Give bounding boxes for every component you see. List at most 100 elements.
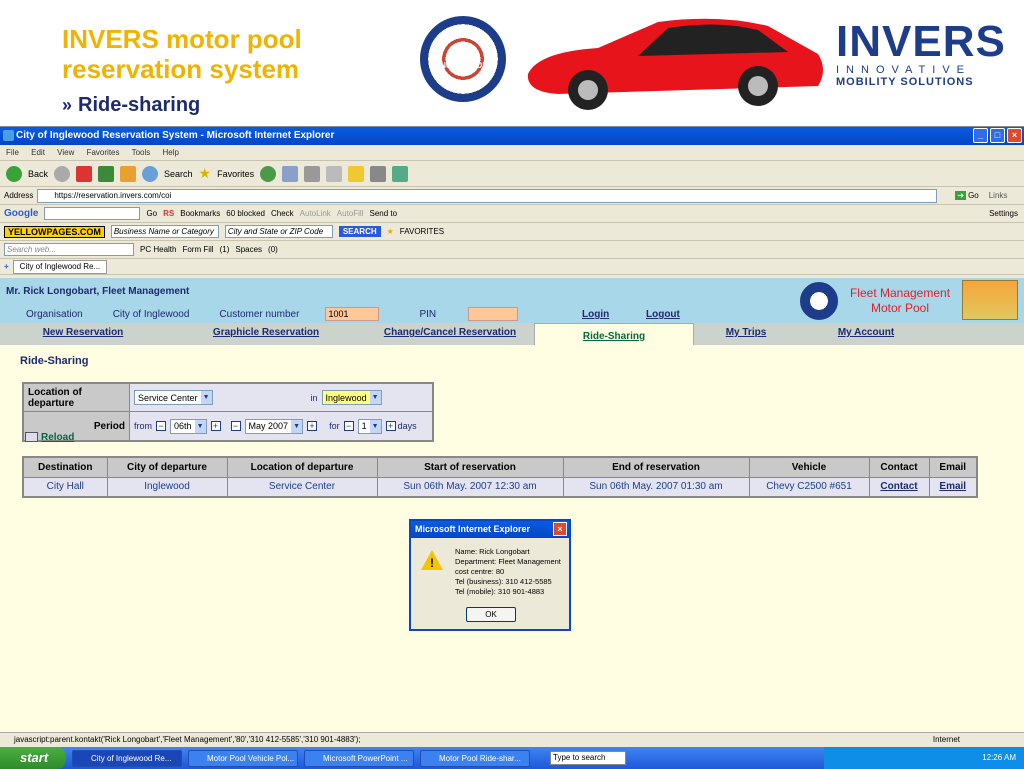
history-icon[interactable] xyxy=(260,165,277,182)
links-button[interactable]: Links xyxy=(989,191,1008,200)
reload-icon[interactable] xyxy=(25,432,38,442)
reload-link[interactable]: Reload xyxy=(41,432,74,443)
address-label: Address xyxy=(4,191,34,200)
yellowpages-search-button[interactable]: SEARCH xyxy=(338,226,381,237)
google-go-button[interactable]: Go xyxy=(146,209,157,218)
mail-icon[interactable] xyxy=(282,165,299,182)
start-button[interactable]: start xyxy=(0,747,66,769)
bookmarks-button[interactable]: Bookmarks xyxy=(180,209,220,218)
menu-bar: File Edit View Favorites Tools Help xyxy=(0,145,1024,161)
menu-view[interactable]: View xyxy=(57,148,74,157)
city-select[interactable]: Inglewood ▼ xyxy=(321,390,382,405)
ok-button[interactable]: OK xyxy=(466,607,516,622)
table-header-row: Destination City of departure Location o… xyxy=(22,456,978,478)
pc-health-button[interactable]: PC Health xyxy=(140,245,176,254)
forward-arrow-icon[interactable] xyxy=(54,165,71,182)
autofill-button[interactable]: AutoFill xyxy=(337,209,364,218)
task-inglewood[interactable]: City of Inglewood Re... xyxy=(72,749,182,767)
spaces-button[interactable]: Spaces xyxy=(235,245,262,254)
location-value: Service Center xyxy=(138,392,198,403)
google-settings-button[interactable]: Settings xyxy=(989,209,1018,218)
tab-new-reservation[interactable]: New Reservation xyxy=(0,323,166,345)
contact-dialog: Microsoft Internet Explorer × ! Name: Ri… xyxy=(409,519,571,631)
days-minus-icon[interactable]: − xyxy=(343,421,354,431)
tab-inglewood[interactable]: City of Inglewood Re... xyxy=(12,259,108,274)
back-button[interactable]: Back xyxy=(28,169,48,179)
menu-help[interactable]: Help xyxy=(163,148,179,157)
research-icon[interactable] xyxy=(370,165,387,182)
logout-link[interactable]: Logout xyxy=(646,309,680,320)
system-tray: 12:26 AM xyxy=(824,747,1024,769)
login-link[interactable]: Login xyxy=(582,309,609,320)
address-input[interactable]: https://reservation.invers.com/coi xyxy=(37,188,938,203)
task-vehicle-pol[interactable]: Motor Pool Vehicle Pol... xyxy=(188,749,298,767)
task-powerpoint[interactable]: Microsoft PowerPoint ... xyxy=(304,749,414,767)
favorites-button[interactable]: Favorites xyxy=(217,169,254,179)
search-button[interactable]: Search xyxy=(164,169,193,179)
red-car-image xyxy=(527,18,823,110)
folder-icon[interactable] xyxy=(348,165,365,182)
cell-city: Inglewood xyxy=(106,476,228,498)
menu-edit[interactable]: Edit xyxy=(31,148,45,157)
cell-vehicle: Chevy C2500 #651 xyxy=(748,476,870,498)
messenger-icon[interactable] xyxy=(392,165,409,182)
go-arrow-icon[interactable]: ➔ xyxy=(955,191,967,200)
location-select[interactable]: Service Center ▼ xyxy=(134,390,213,405)
home-icon[interactable] xyxy=(120,165,137,182)
chevron-down-icon: ▼ xyxy=(291,419,303,433)
day-select[interactable]: 06th ▼ xyxy=(170,418,207,434)
day-value: 06th xyxy=(174,421,192,431)
form-fill-button[interactable]: Form Fill xyxy=(182,245,213,254)
days-select[interactable]: 1 ▼ xyxy=(357,418,382,434)
dialog-close-icon[interactable]: × xyxy=(553,522,567,536)
dialog-titlebar[interactable]: Microsoft Internet Explorer × xyxy=(411,521,569,538)
business-input[interactable]: Business Name or Category xyxy=(110,225,219,238)
pin-input[interactable] xyxy=(468,307,519,321)
tab-graphicle-reservation[interactable]: Graphicle Reservation xyxy=(166,323,366,345)
tab-ride-sharing[interactable]: Ride-Sharing xyxy=(534,323,694,345)
month-minus-icon[interactable]: − xyxy=(230,421,241,431)
spellcheck-button[interactable]: Check xyxy=(271,209,294,218)
refresh-icon[interactable] xyxy=(98,165,115,182)
customer-number-input[interactable]: 1001 xyxy=(325,307,380,321)
tab-my-account[interactable]: My Account xyxy=(798,323,934,345)
month-plus-icon[interactable]: + xyxy=(307,421,318,431)
sendto-button[interactable]: Send to xyxy=(369,209,397,218)
day-plus-icon[interactable]: + xyxy=(210,421,221,431)
close-icon[interactable]: × xyxy=(1007,128,1022,143)
days-plus-icon[interactable]: + xyxy=(385,421,396,431)
autolink-button[interactable]: AutoLink xyxy=(300,209,331,218)
menu-tools[interactable]: Tools xyxy=(132,148,151,157)
tab-change-cancel[interactable]: Change/Cancel Reservation xyxy=(366,323,534,345)
in-label: in xyxy=(310,392,318,403)
popup-blocked-button[interactable]: 60 blocked xyxy=(226,209,265,218)
print-icon[interactable] xyxy=(304,165,321,182)
window-titlebar[interactable]: City of Inglewood Reservation System - M… xyxy=(0,127,1024,145)
google-search-input[interactable] xyxy=(44,207,141,220)
stop-icon[interactable] xyxy=(76,165,93,182)
go-button[interactable]: Go xyxy=(968,191,979,200)
month-select[interactable]: May 2007 ▼ xyxy=(244,418,304,434)
menu-file[interactable]: File xyxy=(6,148,19,157)
edit-icon[interactable] xyxy=(326,165,343,182)
dialog-line-tel-mobile: Tel (mobile): 310 901-4883 xyxy=(455,587,545,596)
minimize-icon[interactable]: _ xyxy=(973,128,988,143)
contact-link[interactable]: Contact xyxy=(880,481,917,492)
menu-favorites[interactable]: Favorites xyxy=(87,148,120,157)
add-tab-icon[interactable]: + xyxy=(4,262,9,271)
city-zip-input[interactable]: City and State or ZIP Code xyxy=(224,225,333,238)
rss-icon[interactable]: RS xyxy=(163,209,174,218)
favorites-star-icon[interactable]: ★ xyxy=(199,165,212,182)
web-search-input[interactable]: Search web... xyxy=(4,243,134,256)
email-link[interactable]: Email xyxy=(939,481,966,492)
contacts-count[interactable]: (0) xyxy=(268,245,278,254)
search-icon[interactable] xyxy=(142,165,159,182)
back-arrow-icon[interactable] xyxy=(6,165,22,182)
yellowpages-favorites-button[interactable]: FAVORITES xyxy=(400,227,444,236)
maximize-icon[interactable]: □ xyxy=(990,128,1005,143)
task-ride-sharing[interactable]: Motor Pool Ride-shar... xyxy=(420,749,530,767)
mail-count[interactable]: (1) xyxy=(220,245,230,254)
taskbar-search-input[interactable]: Type to search xyxy=(550,751,626,765)
tab-my-trips[interactable]: My Trips xyxy=(694,323,798,345)
day-minus-icon[interactable]: − xyxy=(156,421,166,431)
